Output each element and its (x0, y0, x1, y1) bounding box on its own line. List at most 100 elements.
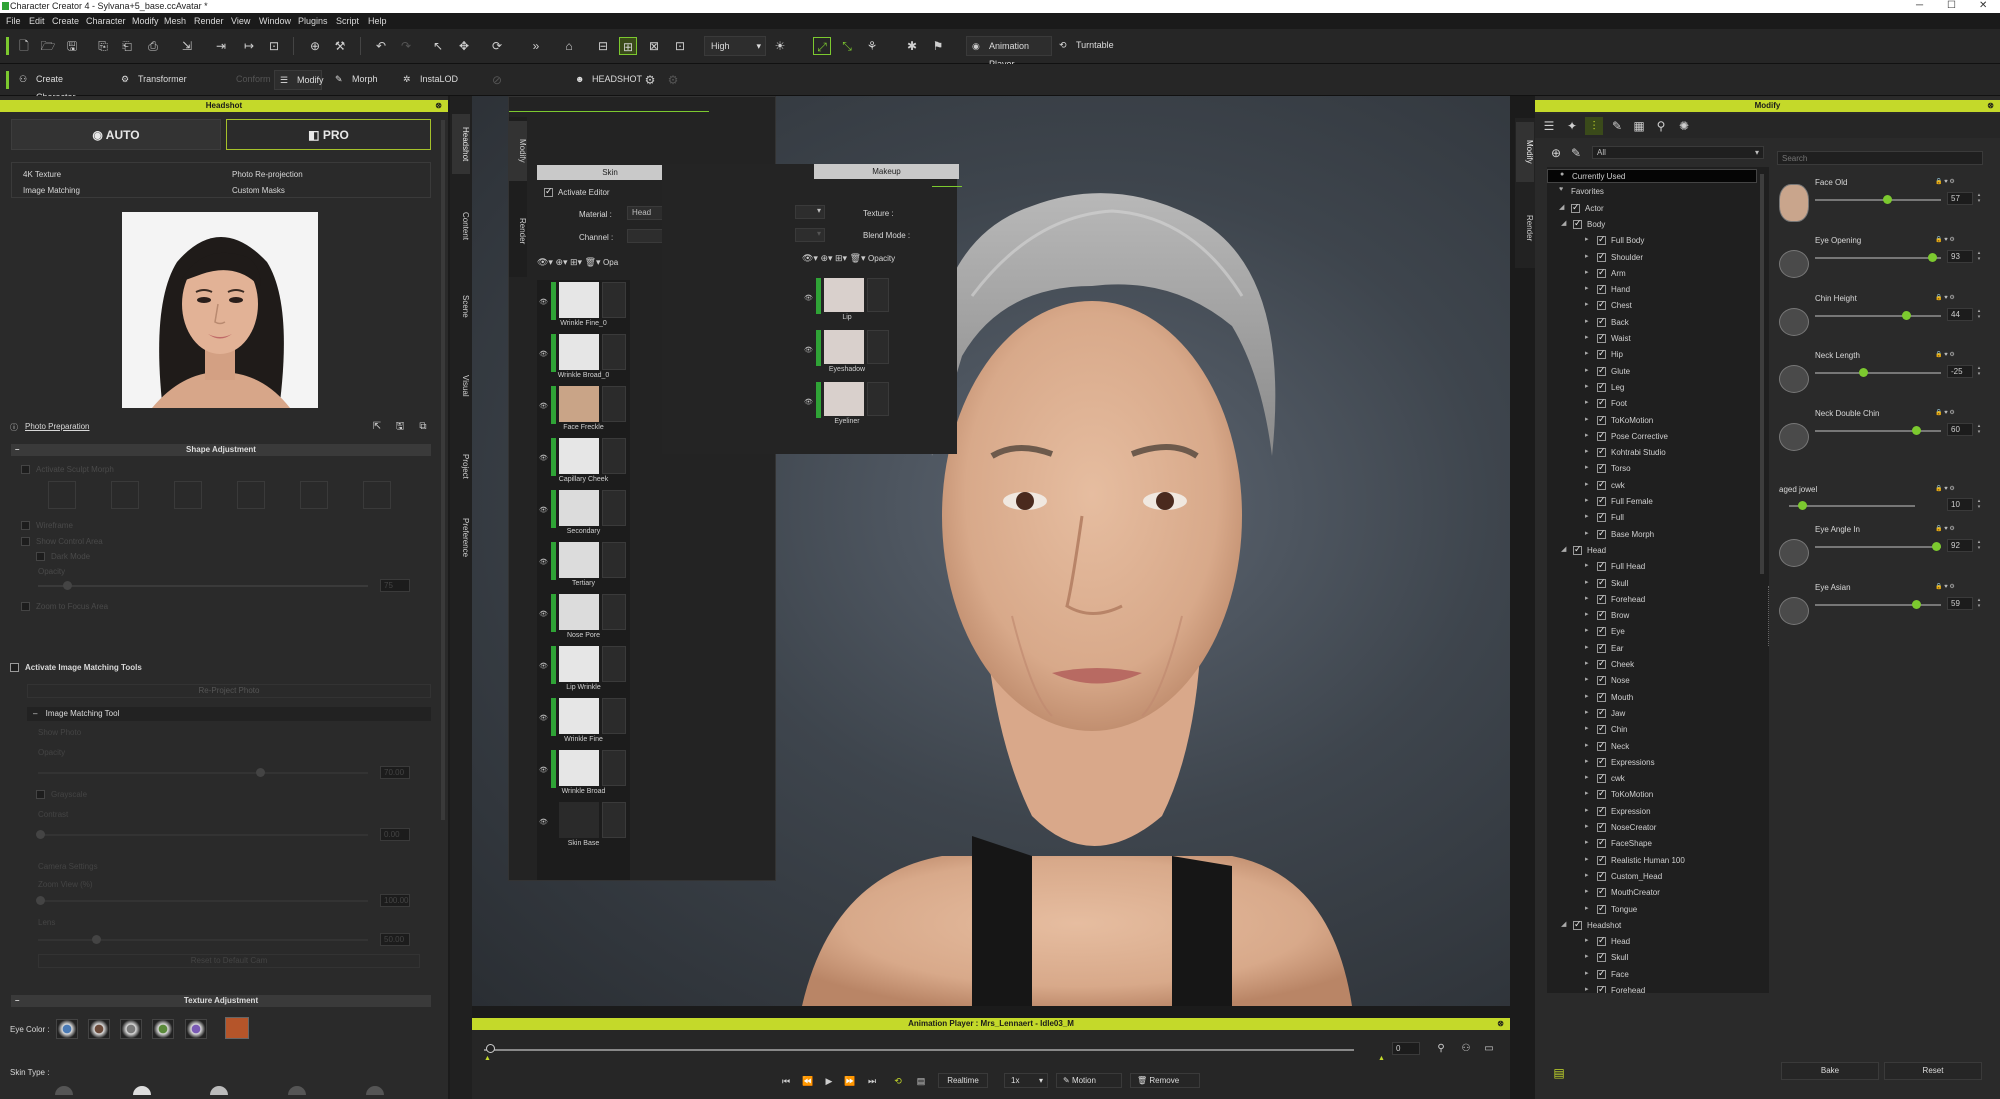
tree-checkbox[interactable] (1597, 430, 1606, 441)
zoom-view-slider[interactable] (38, 900, 368, 902)
tree-checkbox[interactable] (1597, 577, 1606, 588)
export-fbx-icon[interactable]: ⇲ (178, 37, 196, 55)
expand-arrow-icon[interactable]: ▸ (1585, 741, 1589, 749)
tree-checkbox[interactable] (1597, 951, 1606, 963)
menu-create[interactable]: Create (52, 16, 79, 26)
tree-item[interactable]: ▸ Chin (1547, 723, 1757, 737)
morph-slider-knob[interactable] (1911, 599, 1921, 609)
expand-arrow-icon[interactable]: ▸ (1585, 692, 1589, 700)
tree-checkbox[interactable] (1597, 234, 1606, 246)
expand-arrow-icon[interactable]: ▸ (1585, 349, 1589, 357)
menu-render[interactable]: Render (194, 16, 224, 26)
skin-type-2-icon[interactable] (133, 1086, 151, 1095)
layer-visibility-icon[interactable]: 👁 (804, 398, 813, 406)
expand-arrow-icon[interactable]: ▸ (1585, 610, 1589, 618)
spinner-icon[interactable]: ▴▾ (1976, 597, 1982, 609)
layer-mask-icon[interactable] (867, 330, 889, 364)
eye-color-5-icon[interactable] (185, 1019, 207, 1039)
previous-frame-icon[interactable]: ⏪ (799, 1072, 817, 1090)
tree-item[interactable]: ▸ Ear (1547, 642, 1757, 656)
expand-arrow-icon[interactable]: ▸ (1585, 529, 1589, 537)
tab-project[interactable]: Project (452, 436, 470, 496)
expand-arrow-icon[interactable]: ▸ (1585, 366, 1589, 374)
tree-checkbox[interactable] (1597, 805, 1606, 816)
morph-slider-value[interactable]: -25 (1947, 365, 1973, 379)
physics-settings-icon[interactable]: ✺ (1675, 117, 1693, 135)
expand-arrow-icon[interactable]: ▸ (1585, 431, 1589, 439)
maximize-button[interactable]: ☐ (1947, 0, 1956, 11)
tree-item[interactable]: ▸ FaceShape (1547, 837, 1757, 851)
tree-checkbox[interactable] (1597, 674, 1606, 686)
ik-toggle-icon[interactable]: ⚲ (1432, 1040, 1450, 1058)
tree-item[interactable]: ▸ Full Female (1547, 495, 1757, 509)
layer-visibility-icon[interactable]: 👁 (539, 454, 548, 462)
morph-slider-track[interactable] (1815, 545, 1941, 548)
save-icon[interactable]: 🖫 (63, 37, 81, 55)
delete-layer-icon[interactable]: 🗑▾ (850, 253, 868, 263)
eye-visibility-icon[interactable]: 👁▾ (802, 253, 820, 263)
tree-checkbox[interactable] (1597, 511, 1606, 523)
tree-item[interactable]: ▸ Cheek (1547, 658, 1757, 672)
tree-item[interactable]: ▸ Hand (1547, 283, 1757, 297)
layer-visibility-icon[interactable]: 👁 (539, 818, 548, 826)
tab-content[interactable]: Content (452, 196, 470, 256)
opacity-slider[interactable] (38, 585, 368, 587)
tree-checkbox[interactable] (1597, 788, 1606, 800)
slider-options-icons[interactable]: 🔒 ♥ ⚙ (1935, 351, 1955, 358)
panel-close-icon[interactable]: ⊗ (435, 100, 442, 112)
morph-slider-knob[interactable] (1901, 310, 1911, 320)
camera-icon[interactable]: ⊡ (671, 37, 689, 55)
right-tab-modify[interactable]: Modify (1516, 122, 1534, 182)
add-layer-icon[interactable]: ⊕▾ (820, 253, 835, 263)
morph-slider-knob[interactable] (1911, 426, 1921, 436)
play-icon[interactable]: ▶ (820, 1072, 838, 1090)
skin-layer-item[interactable]: 👁 Wrinkle Fine_0 (537, 280, 630, 332)
flag-icon[interactable]: ⚑ (929, 37, 947, 55)
contrast-slider[interactable] (38, 834, 368, 836)
tree-item[interactable]: ▸ Kohtrabi Studio (1547, 446, 1757, 460)
expand-arrow-icon[interactable]: ▸ (1585, 757, 1589, 765)
menu-script[interactable]: Script (336, 16, 359, 26)
reproject-photo-button[interactable]: Re-Project Photo (27, 684, 431, 698)
expand-arrow-icon[interactable]: ▸ (1585, 724, 1589, 732)
save-photo-icon[interactable]: 🖫 (391, 418, 409, 436)
menu-window[interactable]: Window (259, 16, 291, 26)
tree-item[interactable]: ▸ ToKoMotion (1547, 788, 1757, 802)
layer-visibility-icon[interactable]: 👁 (539, 558, 548, 566)
editor-tab-render[interactable]: Render (509, 201, 527, 261)
layer-visibility-icon[interactable]: 👁 (539, 766, 548, 774)
crop-photo-icon[interactable]: ⧉ (414, 418, 432, 436)
menu-help[interactable]: Help (368, 16, 387, 26)
tree-checkbox[interactable] (1597, 642, 1606, 653)
pro-mode-button[interactable]: ◧ PRO (226, 119, 431, 150)
tree-checkbox[interactable] (1597, 821, 1606, 832)
slider-options-icons[interactable]: 🔒 ♥ ⚙ (1935, 236, 1955, 243)
tree-checkbox[interactable] (1597, 903, 1606, 914)
menu-file[interactable]: File (6, 16, 21, 26)
expand-arrow-icon[interactable]: ▸ (1585, 496, 1589, 504)
expand-arrow-icon[interactable]: ▸ (1585, 235, 1589, 243)
skin-layer-item[interactable]: 👁 Skin Base (537, 800, 630, 852)
tree-checkbox[interactable] (1597, 935, 1606, 947)
eye-color-3-icon[interactable] (120, 1019, 142, 1039)
tree-item[interactable]: ▸ Eye (1547, 625, 1757, 639)
lens-value[interactable]: 50.00 (380, 933, 410, 946)
zoom-view-knob[interactable] (36, 896, 45, 905)
tab-preference[interactable]: Preference (452, 508, 470, 568)
layer-visibility-icon[interactable]: 👁 (804, 346, 813, 354)
morph-sliders-icon[interactable]: ⫶ (1585, 117, 1603, 135)
layer-visibility-icon[interactable]: 👁 (804, 294, 813, 302)
layer-mask-icon[interactable] (602, 490, 626, 526)
morph-slider-knob[interactable] (1882, 195, 1892, 204)
skin-layer-item[interactable]: 👁 Secondary (537, 488, 630, 540)
sculpt-brush-1-icon[interactable] (48, 481, 76, 509)
modify-button[interactable]: ☰ Modify (274, 70, 324, 90)
expand-arrow-icon[interactable]: ▸ (1585, 904, 1589, 912)
spinner-icon[interactable]: ▴▾ (1976, 308, 1982, 320)
export-icon[interactable]: ⎙ (144, 37, 162, 55)
frame-all-icon[interactable]: ⊠ (645, 37, 663, 55)
morph-slider-track[interactable] (1815, 199, 1941, 201)
next-frame-icon[interactable]: ⏩ (841, 1072, 859, 1090)
headshot-button[interactable]: ☻ HEADSHOT (570, 70, 642, 90)
expand-arrow-icon[interactable]: ▸ (1585, 659, 1589, 667)
